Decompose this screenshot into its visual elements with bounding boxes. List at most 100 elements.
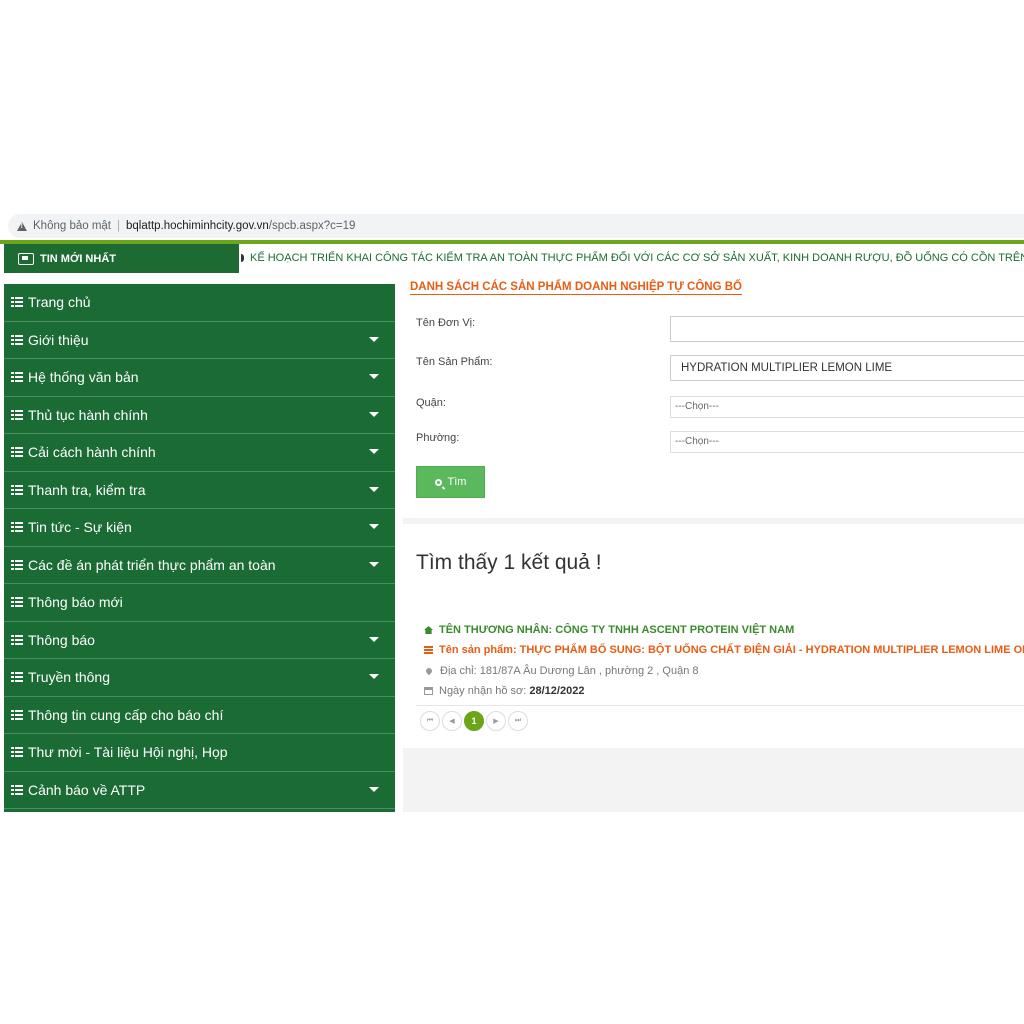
current-page-button[interactable]: 1 <box>464 711 484 731</box>
unit-input[interactable] <box>670 316 1024 342</box>
list-icon <box>11 409 23 420</box>
district-select[interactable]: ---Chọn--- <box>670 396 1024 418</box>
sidebar-item[interactable]: Trang chủ <box>4 284 395 322</box>
address-bar[interactable]: Không bảo mật | bqlattp.hochiminhcity.go… <box>8 214 1024 238</box>
product-label: Tên Sản Phẩm: <box>416 356 493 368</box>
sidebar-item[interactable]: Thanh tra, kiểm tra <box>4 472 395 509</box>
sidebar-item[interactable]: Thủ tục hành chính <box>4 397 395 434</box>
date-label: Ngày nhận hồ sơ: <box>439 685 527 697</box>
caret-down-icon[interactable] <box>369 561 379 567</box>
product-text[interactable]: Tên sản phẩm: THỰC PHẨM BỔ SUNG: BỘT UỐN… <box>439 644 1024 656</box>
sidebar-item[interactable]: Tin tức - Sự kiện <box>4 509 395 547</box>
list-icon <box>11 522 23 533</box>
caret-down-icon[interactable] <box>369 411 379 417</box>
list-icon <box>424 646 433 654</box>
list-icon <box>11 334 23 345</box>
list-icon <box>11 784 23 795</box>
sidebar-item[interactable]: Thông báo mới <box>4 584 395 622</box>
sidebar-item[interactable]: Thông báo <box>4 622 395 659</box>
sidebar-item-label: Tin tức - Sự kiện <box>28 519 132 536</box>
map-marker-icon <box>424 666 434 676</box>
home-icon <box>424 626 433 634</box>
caret-down-icon[interactable] <box>369 524 379 529</box>
search-button-label: Tìm <box>447 476 467 488</box>
warning-icon <box>17 221 27 231</box>
sidebar-item-label: Thư mời - Tài liệu Hội nghị, Họp <box>28 744 228 761</box>
sidebar-item[interactable]: Các đề án phát triển thực phẩm an toàn <box>4 547 395 584</box>
product-input[interactable]: HYDRATION MULTIPLIER LEMON LIME <box>670 355 1024 381</box>
list-icon <box>11 597 23 608</box>
pagination: ⏮ ◀ 1 ▶ ⏭ <box>420 711 530 731</box>
url-separator: | <box>117 220 121 232</box>
ward-label: Phường: <box>416 432 460 444</box>
ticker-headline-text[interactable]: KẾ HOẠCH TRIỂN KHAI CÔNG TÁC KIỂM TRA AN… <box>250 252 1024 264</box>
results-panel: Tìm thấy 1 kết quả ! TÊN THƯƠNG NHÂN: CÔ… <box>403 524 1024 748</box>
caret-down-icon[interactable] <box>369 636 379 642</box>
result-merchant[interactable]: TÊN THƯƠNG NHÂN: CÔNG TY TNHH ASCENT PRO… <box>424 624 794 636</box>
sidebar-item[interactable]: Truyền thông <box>4 659 395 697</box>
screenshot-area: Không bảo mật | bqlattp.hochiminhcity.go… <box>0 212 1024 812</box>
caret-down-icon[interactable] <box>369 786 379 792</box>
search-button[interactable]: Tìm <box>416 466 485 498</box>
caret-down-icon[interactable] <box>369 374 379 379</box>
sidebar-item[interactable]: Cảnh báo về ATTP <box>4 772 395 809</box>
sidebar-item-label: Cảnh báo về ATTP <box>28 781 146 798</box>
sidebar-item-label: Các đề án phát triển thực phẩm an toàn <box>28 556 276 573</box>
sidebar-item-label: Thông báo <box>28 631 95 648</box>
ticker-label: TIN MỚI NHẤT <box>4 244 239 273</box>
address-text: Địa chỉ: 181/87A Âu Dương Lân , phường 2… <box>440 665 699 677</box>
result-date: Ngày nhận hồ sơ: 28/12/2022 <box>424 685 584 697</box>
bullet-icon <box>241 254 244 263</box>
results-heading: Tìm thấy 1 kết quả ! <box>416 551 602 574</box>
ticker-headline[interactable]: KẾ HOẠCH TRIỂN KHAI CÔNG TÁC KIỂM TRA AN… <box>241 244 1024 273</box>
list-icon <box>11 634 23 645</box>
sidebar-item-label: Thủ tục hành chính <box>28 406 148 423</box>
search-icon <box>434 478 442 486</box>
sidebar-item-label: Giới thiệu <box>28 331 89 348</box>
last-page-button[interactable]: ⏭ <box>508 711 528 731</box>
unit-label: Tên Đơn Vị: <box>416 317 476 329</box>
caret-down-icon[interactable] <box>369 486 379 492</box>
main-content: DANH SÁCH CÁC SẢN PHẨM DOANH NGHIỆP TỰ C… <box>403 274 1024 812</box>
caret-down-icon[interactable] <box>369 336 379 342</box>
list-icon <box>11 297 23 308</box>
caret-down-icon[interactable] <box>369 449 379 454</box>
merchant-text[interactable]: TÊN THƯƠNG NHÂN: CÔNG TY TNHH ASCENT PRO… <box>439 624 794 636</box>
sidebar-item-label: Truyền thông <box>28 669 110 686</box>
sidebar-item-label: Cải cách hành chính <box>28 444 156 461</box>
page-title: DANH SÁCH CÁC SẢN PHẨM DOANH NGHIỆP TỰ C… <box>410 281 742 295</box>
district-label: Quận: <box>416 397 446 409</box>
list-icon <box>11 484 23 495</box>
sidebar-item-label: Hệ thống văn bản <box>28 369 139 386</box>
sidebar-item-label: Thông báo mới <box>28 594 123 611</box>
sidebar-item[interactable]: Cải cách hành chính <box>4 434 395 472</box>
sidebar-item-label: Thông tin cung cấp cho báo chí <box>28 706 224 723</box>
sidebar-item[interactable]: Hệ thống văn bản <box>4 359 395 397</box>
list-icon <box>11 447 23 458</box>
sidebar-item-label: Trang chủ <box>28 294 91 311</box>
security-label[interactable]: Không bảo mật <box>33 220 111 232</box>
prev-page-button[interactable]: ◀ <box>442 711 462 731</box>
list-icon <box>11 709 23 720</box>
tv-icon <box>18 252 34 265</box>
caret-down-icon[interactable] <box>369 674 379 679</box>
list-icon <box>11 747 23 758</box>
calendar-icon <box>424 687 433 695</box>
ticker-label-text: TIN MỚI NHẤT <box>40 252 116 265</box>
sidebar-menu: Trang chủ Giới thiệu Hệ thống văn bản Thủ t… <box>4 284 395 812</box>
result-address: Địa chỉ: 181/87A Âu Dương Lân , phường 2… <box>424 665 698 677</box>
ward-select[interactable]: ---Chọn--- <box>670 431 1024 453</box>
url-path[interactable]: /spcb.aspx?c=19 <box>269 220 356 232</box>
sidebar-item-label: Thanh tra, kiểm tra <box>28 481 146 498</box>
sidebar-item[interactable]: Thông tin cung cấp cho báo chí <box>4 697 395 734</box>
divider <box>416 705 1024 706</box>
next-page-button[interactable]: ▶ <box>486 711 506 731</box>
sidebar-item[interactable]: Thư mời - Tài liệu Hội nghị, Họp <box>4 734 395 772</box>
first-page-button[interactable]: ⏮ <box>420 711 440 731</box>
sidebar-item[interactable]: Giới thiệu <box>4 322 395 359</box>
list-icon <box>11 372 23 383</box>
date-value: 28/12/2022 <box>529 685 585 697</box>
list-icon <box>11 672 23 683</box>
result-product[interactable]: Tên sản phẩm: THỰC PHẨM BỔ SUNG: BỘT UỐN… <box>424 644 1024 656</box>
url-host[interactable]: bqlattp.hochiminhcity.gov.vn <box>126 220 269 232</box>
